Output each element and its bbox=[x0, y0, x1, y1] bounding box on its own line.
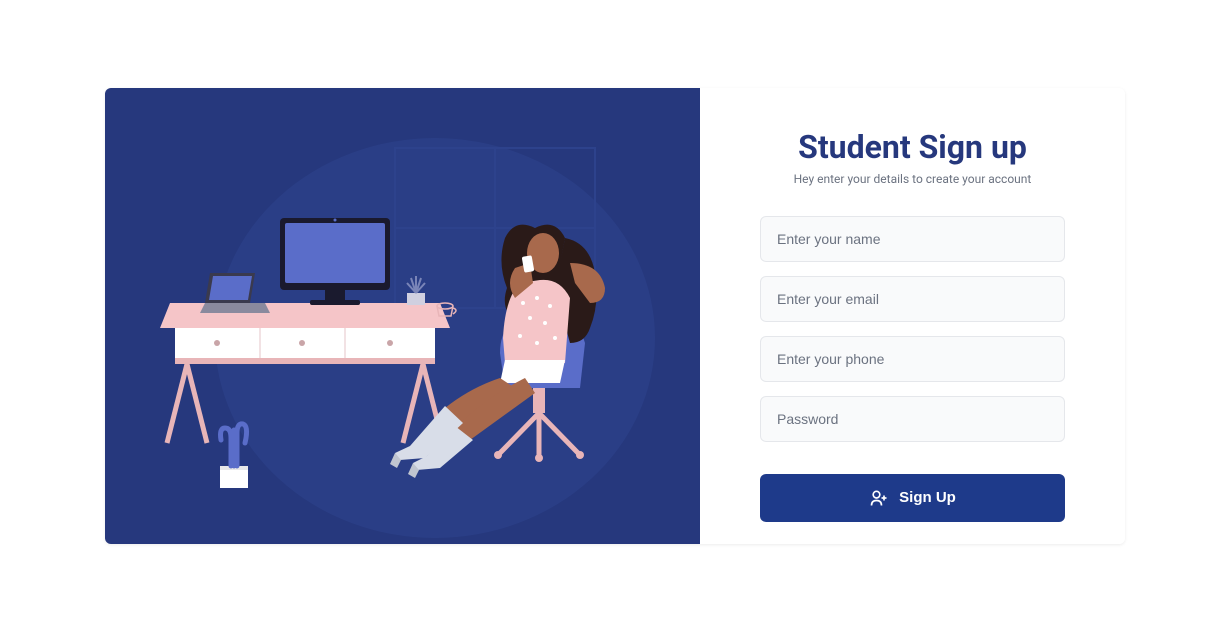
desk-illustration bbox=[105, 88, 700, 544]
email-input[interactable] bbox=[760, 276, 1065, 322]
signup-button-label: Sign Up bbox=[899, 489, 956, 506]
password-input[interactable] bbox=[760, 396, 1065, 442]
signup-form: Sign Up bbox=[760, 216, 1065, 522]
user-plus-icon bbox=[869, 488, 889, 508]
form-panel: Student Sign up Hey enter your details t… bbox=[700, 88, 1125, 544]
signup-container: Student Sign up Hey enter your details t… bbox=[105, 88, 1125, 544]
phone-input[interactable] bbox=[760, 336, 1065, 382]
page-subtitle: Hey enter your details to create your ac… bbox=[794, 172, 1032, 186]
illustration-panel bbox=[105, 88, 700, 544]
name-input[interactable] bbox=[760, 216, 1065, 262]
signup-button[interactable]: Sign Up bbox=[760, 474, 1065, 522]
page-title: Student Sign up bbox=[798, 128, 1027, 166]
